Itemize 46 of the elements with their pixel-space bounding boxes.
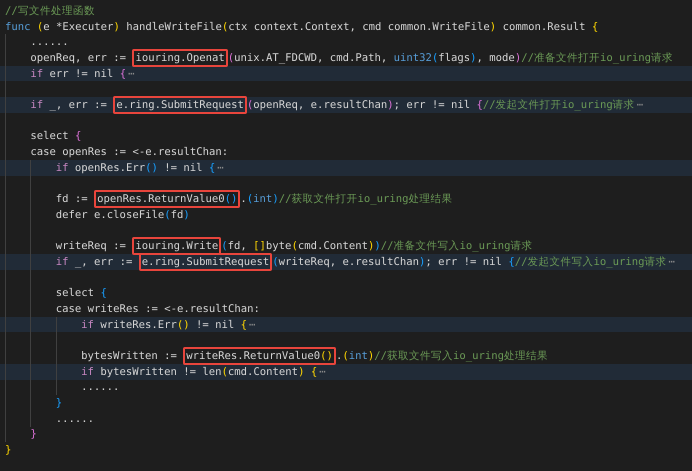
highlight-box: openRes.ReturnValue0()	[94, 190, 240, 208]
fold-ellipsis[interactable]: ⋯	[636, 98, 644, 112]
code-text: .(int)	[240, 192, 279, 206]
code-comment: //发起文件写入io_uring请求	[514, 254, 666, 269]
code-text: func (e *Executer) handleWriteFile(ctx context.Context, cmd common.WriteFile) common.Result {	[5, 20, 598, 34]
code-text: select {	[30, 129, 82, 144]
code-comment: //准备文件打开io_uring请求	[521, 50, 673, 65]
code-text: openReq, err :=	[30, 50, 128, 65]
code-comment: //准备文件写入io_uring请求	[380, 239, 533, 254]
code-text: ......	[56, 412, 94, 426]
code-comment: //获取文件打开io_uring处理结果	[278, 192, 452, 206]
fold-ellipsis[interactable]: ⋯	[217, 160, 224, 175]
code-text: .(int)	[336, 348, 374, 363]
fold-ellipsis[interactable]: ⋯	[249, 318, 256, 332]
code-comment: //获取文件写入io_uring处理结果	[374, 348, 548, 363]
code-text: if openRes.Err() != nil {	[56, 160, 216, 175]
fold-ellipsis[interactable]: ⋯	[668, 254, 675, 269]
code-text: case openRes := <-e.resultChan:	[30, 145, 228, 160]
highlight-box: e.ring.SubmitRequest	[113, 96, 247, 114]
code-text: bytesWritten :=	[81, 348, 178, 363]
code-text: defer e.closeFile(fd)	[56, 208, 190, 222]
code-text: (writeReq, e.resultChan); err != nil {	[272, 254, 515, 269]
fold-ellipsis[interactable]: ⋯	[128, 66, 134, 81]
code-text: writeReq :=	[56, 239, 127, 254]
code-text: fd :=	[56, 192, 89, 206]
code-comment: //写文件处理函数	[5, 4, 95, 18]
code-text: if bytesWritten != len(cmd.Content) {	[81, 364, 318, 379]
code-text: if writeRes.Err() != nil {	[81, 318, 248, 332]
code-text: ......	[30, 35, 69, 50]
code-text: if err != nil {	[30, 66, 126, 81]
code-comment: //发起文件打开io_uring请求	[482, 98, 635, 112]
code-text: select {	[56, 286, 107, 300]
code-text: }	[5, 443, 12, 458]
highlight-box: iouring.Openat	[132, 48, 228, 67]
code-text: (unix.AT_FDCWD, cmd.Path, uint32(flags), mode)	[228, 50, 522, 65]
fold-ellipsis[interactable]: ⋯	[319, 364, 326, 379]
code-text: ......	[81, 380, 120, 394]
code-text: }	[30, 427, 37, 442]
highlight-box: e.ring.SubmitRequest	[138, 252, 272, 271]
code-text: if _, err :=	[56, 254, 134, 269]
code-text: case writeRes := <-e.resultChan:	[56, 302, 260, 316]
code-text: if _, err :=	[30, 98, 108, 112]
code-text: }	[56, 396, 62, 410]
highlight-box: writeRes.ReturnValue0()	[183, 346, 336, 365]
code-text: (fd, []byte(cmd.Content))	[221, 239, 381, 254]
code-text: (openReq, e.resultChan); err != nil {	[246, 98, 483, 112]
